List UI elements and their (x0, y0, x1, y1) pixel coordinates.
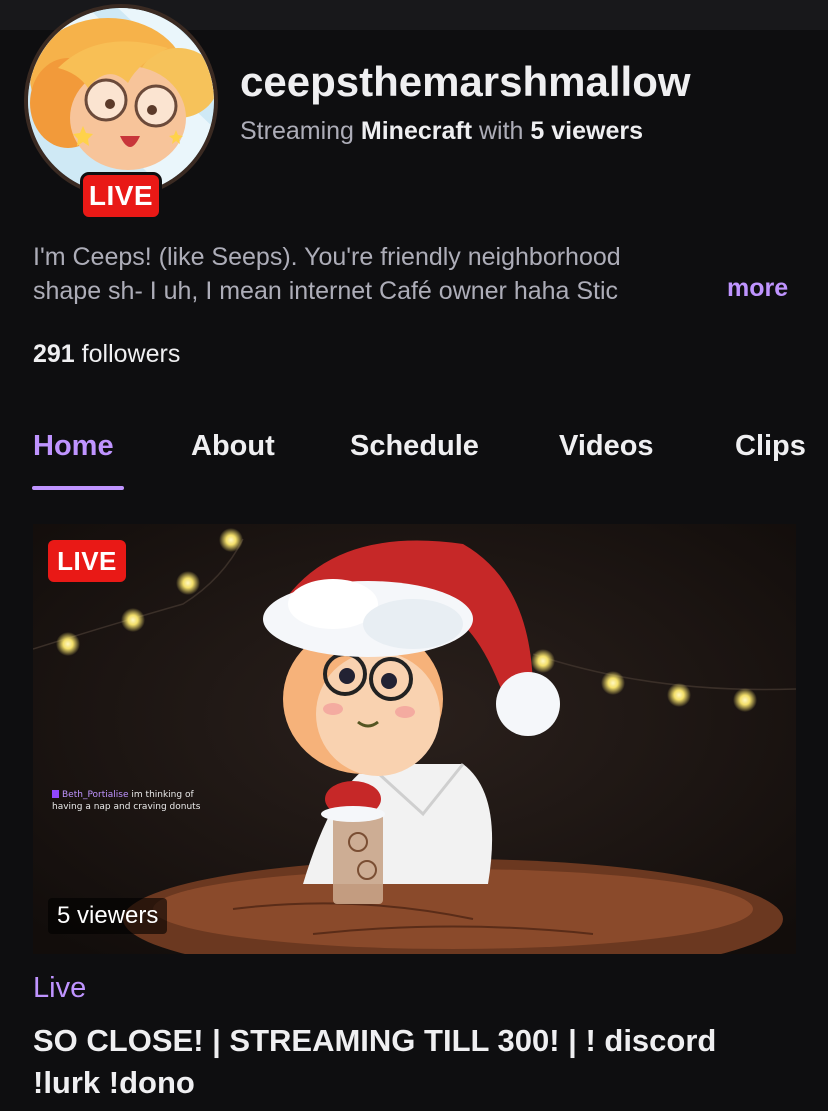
chat-message-line-1: im thinking of (131, 790, 194, 800)
avatar-live-badge: LIVE (80, 172, 162, 220)
stream-status: Streaming Minecraft with 5 viewers (240, 117, 643, 146)
game-link[interactable]: Minecraft (361, 117, 472, 145)
followers-number: 291 (33, 340, 75, 368)
chat-overlay: Beth_Portialise im thinking of having a … (52, 789, 200, 813)
followers-label: followers (81, 340, 181, 368)
stream-title[interactable]: SO CLOSE! | STREAMING TILL 300! | ! disc… (33, 1020, 733, 1104)
channel-bio: I'm Ceeps! (like Seeps). You're friendly… (33, 240, 725, 308)
channel-tabs: Home About Schedule Videos Clips (0, 428, 828, 492)
bio-fade (645, 274, 725, 308)
stream-thumbnail (33, 524, 796, 954)
tab-home[interactable]: Home (33, 430, 114, 463)
active-tab-indicator (32, 486, 124, 490)
video-viewer-count: 5 viewers (48, 898, 168, 934)
stream-player[interactable]: LIVE Beth_Portialise im thinking of havi… (33, 524, 796, 954)
tab-videos[interactable]: Videos (559, 430, 654, 463)
tab-clips[interactable]: Clips (735, 430, 806, 463)
chat-username: Beth_Portialise (62, 790, 129, 800)
status-with: with (479, 117, 524, 145)
followers-count: 291 followers (33, 340, 180, 369)
bio-more-link[interactable]: more (727, 274, 788, 303)
status-prefix: Streaming (240, 117, 354, 145)
avatar-image (24, 4, 218, 198)
viewer-count: 5 viewers (530, 117, 644, 145)
chat-message-line-2: having a nap and craving donuts (52, 802, 201, 812)
chat-badge-icon (52, 790, 59, 798)
video-live-badge: LIVE (48, 540, 126, 582)
bio-line-2: shape sh- I uh, I mean internet Café own… (33, 277, 619, 305)
channel-avatar[interactable]: LIVE (24, 4, 218, 220)
live-label: Live (33, 972, 87, 1004)
tab-schedule[interactable]: Schedule (350, 430, 479, 463)
tab-about[interactable]: About (191, 430, 275, 463)
bio-line-1: I'm Ceeps! (like Seeps). You're friendly… (33, 243, 621, 271)
channel-name[interactable]: ceepsthemarshmallow (240, 58, 691, 106)
